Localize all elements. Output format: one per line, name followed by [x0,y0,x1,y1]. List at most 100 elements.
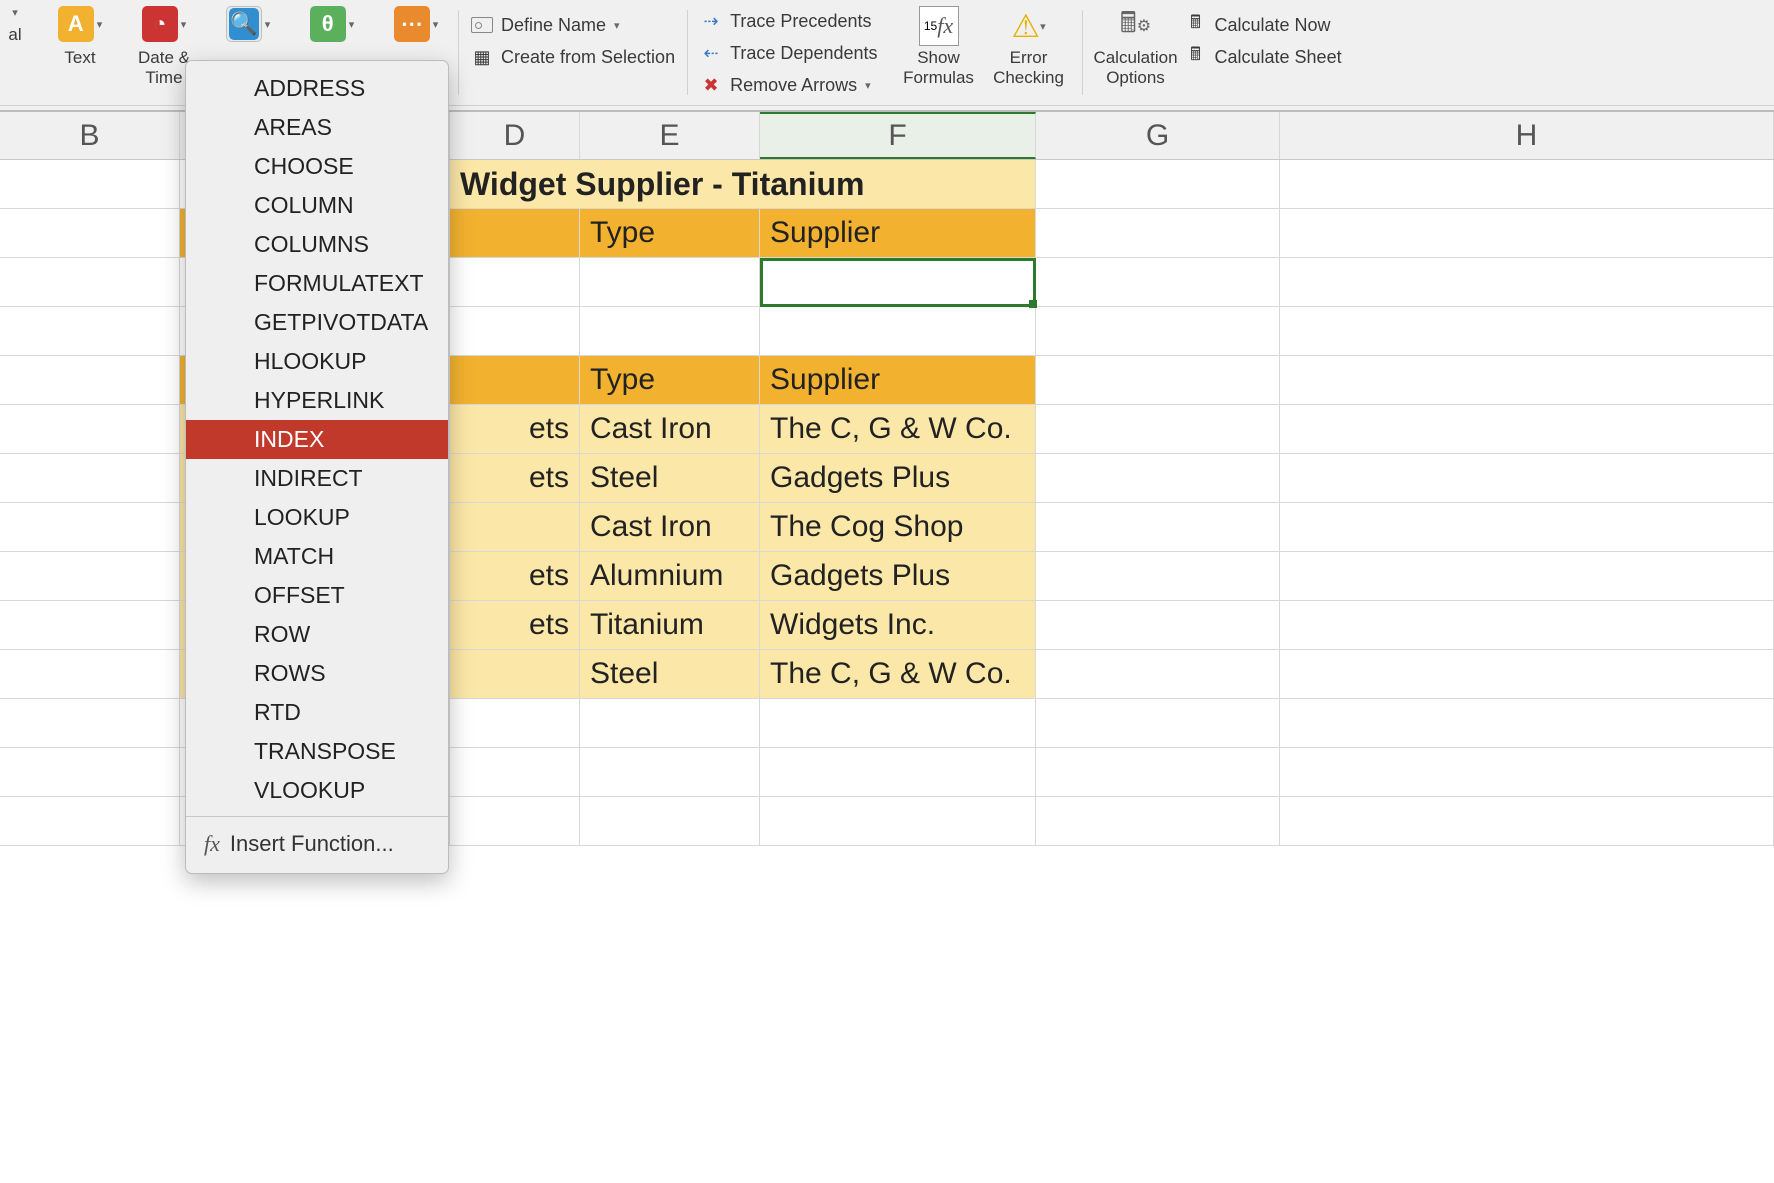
cell-supplier[interactable]: Widgets Inc. [760,601,1036,650]
header-supplier[interactable]: Supplier [760,209,1036,258]
cell[interactable] [1036,405,1280,454]
create-from-selection-button[interactable]: ▦ Create from Selection [467,44,679,70]
col-header-F[interactable]: F [760,112,1036,159]
cell[interactable] [0,160,180,209]
cell[interactable] [1280,797,1774,846]
cell[interactable] [760,699,1036,748]
dropdown-item-address[interactable]: ADDRESS [186,69,448,108]
cell[interactable] [580,258,760,307]
dropdown-item-index[interactable]: INDEX [186,420,448,459]
cell[interactable] [0,307,180,356]
cell[interactable]: ets [450,405,580,454]
cell[interactable]: ets [450,454,580,503]
trace-precedents-button[interactable]: ⇢ Trace Precedents [696,8,881,34]
cell-type[interactable]: Alumnium [580,552,760,601]
cell[interactable] [1280,552,1774,601]
cell[interactable] [1036,307,1280,356]
dropdown-item-formulatext[interactable]: FORMULATEXT [186,264,448,303]
header-supplier-2[interactable]: Supplier [760,356,1036,405]
cell[interactable] [0,405,180,454]
cell[interactable] [1280,160,1774,209]
cell[interactable] [1036,650,1280,699]
dropdown-item-match[interactable]: MATCH [186,537,448,576]
cell[interactable] [580,307,760,356]
dropdown-item-indirect[interactable]: INDIRECT [186,459,448,498]
calculation-options-button[interactable]: 🖩⚙ Calculation Options [1091,6,1181,87]
cell-type[interactable]: Cast Iron [580,503,760,552]
cell-supplier[interactable]: Gadgets Plus [760,552,1036,601]
col-header-G[interactable]: G [1036,112,1280,159]
cell[interactable] [450,699,580,748]
cell[interactable] [1280,258,1774,307]
cell-type[interactable]: Titanium [580,601,760,650]
cell[interactable] [450,356,580,405]
cell-type[interactable]: Steel [580,650,760,699]
cell[interactable] [1280,601,1774,650]
dropdown-item-rows[interactable]: ROWS [186,654,448,693]
dropdown-item-column[interactable]: COLUMN [186,186,448,225]
cell[interactable] [1036,356,1280,405]
cell[interactable] [1036,454,1280,503]
col-header-H[interactable]: H [1280,112,1774,159]
cell[interactable] [580,748,760,797]
cell[interactable] [0,454,180,503]
cell[interactable] [760,307,1036,356]
dropdown-item-lookup[interactable]: LOOKUP [186,498,448,537]
cell[interactable] [1280,209,1774,258]
cell[interactable] [0,699,180,748]
cell-supplier[interactable]: The Cog Shop [760,503,1036,552]
dropdown-item-transpose[interactable]: TRANSPOSE [186,732,448,771]
cell[interactable] [1036,699,1280,748]
dropdown-item-hyperlink[interactable]: HYPERLINK [186,381,448,420]
cell-supplier[interactable]: The C, G & W Co. [760,405,1036,454]
show-formulas-button[interactable]: 15 fx Show Formulas [894,6,984,87]
cell[interactable] [1036,209,1280,258]
cell[interactable] [1280,405,1774,454]
cell[interactable] [1036,601,1280,650]
define-name-button[interactable]: Define Name ▾ [467,12,679,38]
calculate-sheet-button[interactable]: 🖩 Calculate Sheet [1181,44,1346,70]
dropdown-item-columns[interactable]: COLUMNS [186,225,448,264]
math-trig-button[interactable]: θ▾ [298,6,366,42]
cell[interactable] [580,797,760,846]
cell[interactable] [0,503,180,552]
cell[interactable] [1280,356,1774,405]
trace-dependents-button[interactable]: ⇠ Trace Dependents [696,40,881,66]
active-cell[interactable] [760,258,1036,307]
cell[interactable]: ets [450,552,580,601]
financial-button-partial[interactable]: ▾ al [0,6,30,45]
dropdown-item-areas[interactable]: AREAS [186,108,448,147]
dropdown-item-row[interactable]: ROW [186,615,448,654]
cell[interactable] [1036,503,1280,552]
more-functions-button[interactable]: ⋯▾ [382,6,450,42]
error-checking-button[interactable]: ⚠▾ Error Checking [984,6,1074,87]
dropdown-item-offset[interactable]: OFFSET [186,576,448,615]
dropdown-item-vlookup[interactable]: VLOOKUP [186,771,448,810]
header-type[interactable]: Type [580,209,760,258]
cell[interactable] [0,258,180,307]
cell[interactable] [1280,454,1774,503]
cell[interactable] [1280,307,1774,356]
cell-type[interactable]: Cast Iron [580,405,760,454]
dropdown-item-hlookup[interactable]: HLOOKUP [186,342,448,381]
cell[interactable] [1036,748,1280,797]
dropdown-item-getpivotdata[interactable]: GETPIVOTDATA [186,303,448,342]
cell[interactable]: ets [450,601,580,650]
cell[interactable] [1036,552,1280,601]
cell[interactable] [450,209,580,258]
cell[interactable] [1280,699,1774,748]
cell[interactable] [0,601,180,650]
cell[interactable] [450,258,580,307]
cell-supplier[interactable]: The C, G & W Co. [760,650,1036,699]
lookup-reference-button[interactable]: 🔍▾ [214,6,282,42]
cell[interactable] [450,503,580,552]
text-functions-button[interactable]: A▾ Text [46,6,114,68]
cell-supplier[interactable]: Gadgets Plus [760,454,1036,503]
dropdown-item-rtd[interactable]: RTD [186,693,448,732]
title-cell[interactable]: Widget Supplier - Titanium [450,160,1036,209]
calculate-now-button[interactable]: 🖩 Calculate Now [1181,12,1346,38]
cell[interactable] [1280,748,1774,797]
cell[interactable] [1280,650,1774,699]
cell[interactable] [450,748,580,797]
col-header-B[interactable]: B [0,112,180,159]
